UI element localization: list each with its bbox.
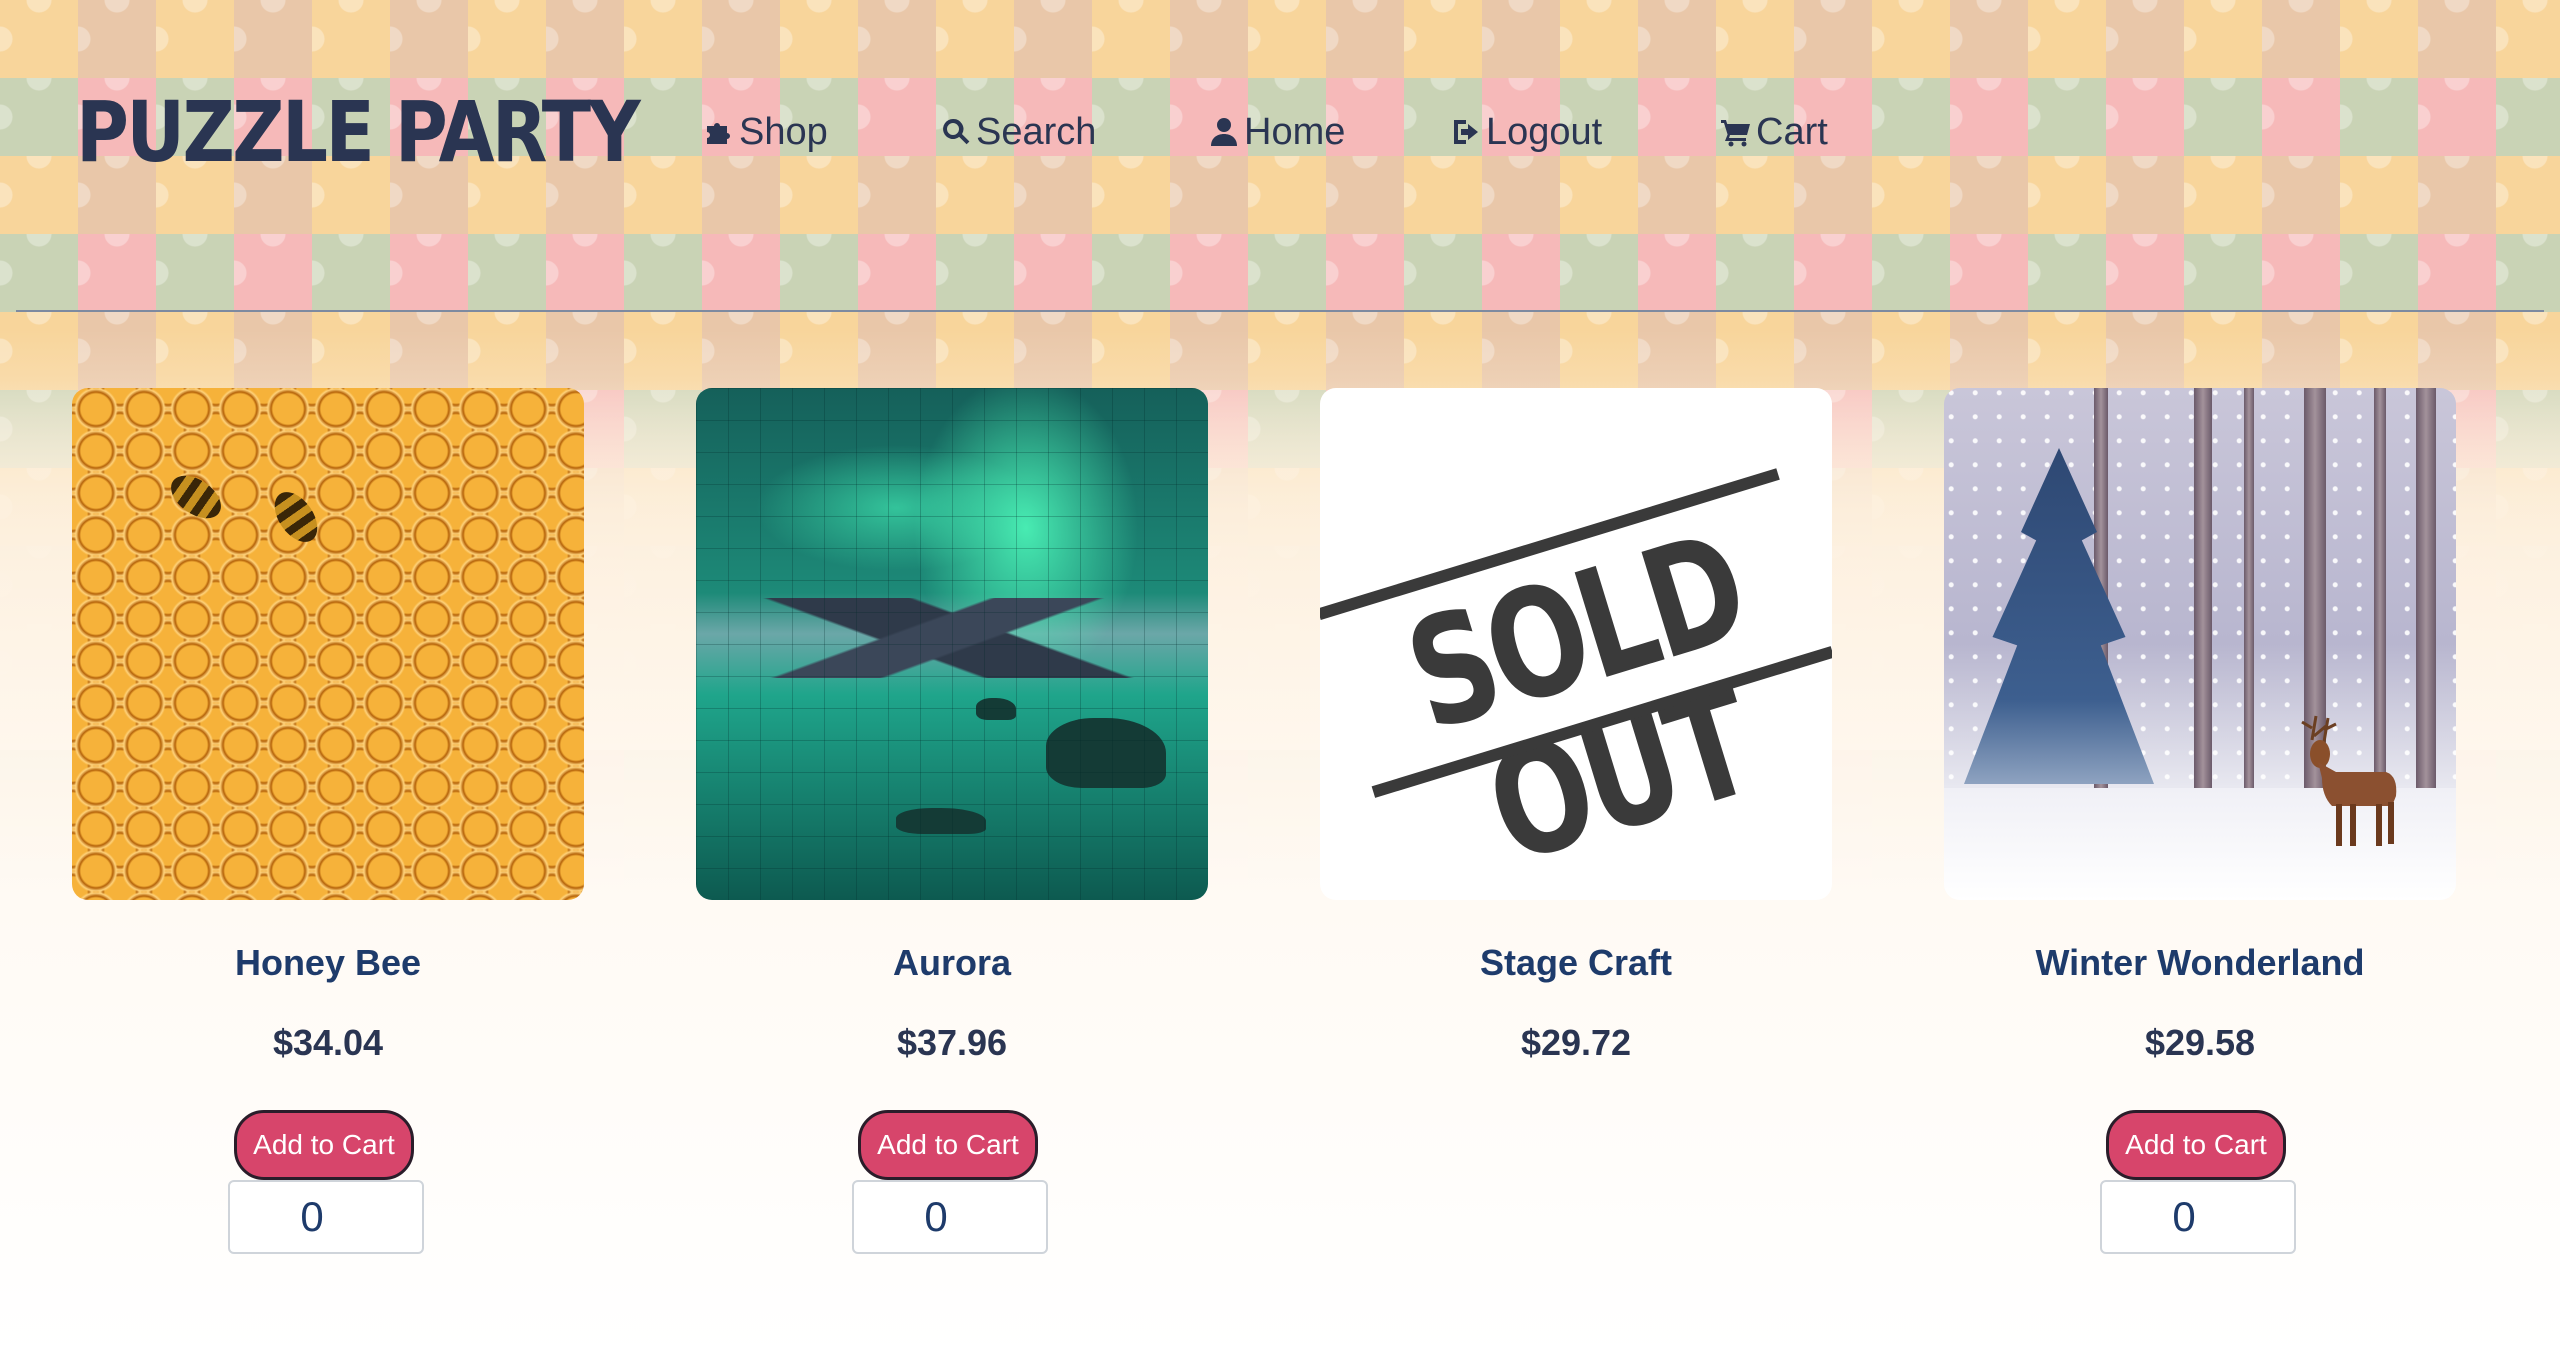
add-to-cart-button[interactable]: Add to Cart: [858, 1110, 1038, 1180]
product-price: $37.96: [896, 1022, 1008, 1063]
puzzle-grid-overlay: [696, 388, 1208, 900]
page: PUZZLE PARTY Shop Search Home Logout Car…: [0, 0, 2560, 1356]
product-price: $34.04: [272, 1022, 384, 1063]
nav-search[interactable]: Search: [940, 108, 1096, 156]
bee-icon: [266, 484, 326, 550]
product-card-aurora: Aurora $37.96 Add to Cart: [696, 388, 1208, 1254]
product-name[interactable]: Honey Bee: [72, 942, 584, 984]
product-image-sold-out[interactable]: SOLD OUT: [1320, 388, 1832, 900]
sold-out-stamp: SOLD OUT: [1320, 468, 1832, 898]
add-to-cart-button[interactable]: Add to Cart: [2106, 1110, 2286, 1180]
product-price: $29.58: [2144, 1022, 2256, 1063]
product-image-winter-wonderland[interactable]: [1944, 388, 2456, 900]
product-image-honey-bee[interactable]: [72, 388, 584, 900]
product-card-stage-craft: SOLD OUT Stage Craft $29.72: [1320, 388, 1832, 1063]
nav-cart[interactable]: Cart: [1720, 108, 1828, 156]
deer-icon: [2301, 715, 2397, 846]
header-divider: [16, 310, 2544, 312]
nav-search-label: Search: [976, 110, 1097, 153]
user-icon: [1211, 118, 1237, 146]
nav-shop-label: Shop: [739, 110, 828, 153]
tree-trunk: [2416, 388, 2436, 808]
sold-out-text: SOLD OUT: [1389, 500, 1770, 898]
product-name[interactable]: Stage Craft: [1320, 942, 1832, 984]
product-price: $29.72: [1520, 1022, 1632, 1063]
nav-logout-label: Logout: [1486, 110, 1603, 153]
logout-icon: [1454, 120, 1478, 144]
product-card-winter-wonderland: Winter Wonderland $29.58 Add to Cart: [1944, 388, 2456, 1254]
search-icon: [943, 118, 970, 145]
puzzle-icon: [707, 123, 730, 144]
quantity-input[interactable]: [228, 1180, 424, 1254]
nav-logout[interactable]: Logout: [1450, 108, 1602, 156]
site-logo[interactable]: PUZZLE PARTY: [76, 82, 641, 182]
quantity-input[interactable]: [852, 1180, 1048, 1254]
cart-icon: [1721, 120, 1750, 147]
quantity-input[interactable]: [2100, 1180, 2296, 1254]
product-card-honey-bee: Honey Bee $34.04 Add to Cart: [72, 388, 584, 1254]
nav-shop[interactable]: Shop: [703, 108, 828, 156]
add-to-cart-button[interactable]: Add to Cart: [234, 1110, 414, 1180]
nav-cart-label: Cart: [1756, 110, 1828, 153]
product-image-aurora[interactable]: [696, 388, 1208, 900]
nav-home[interactable]: Home: [1208, 108, 1345, 156]
nav-home-label: Home: [1244, 110, 1346, 153]
product-name[interactable]: Aurora: [696, 942, 1208, 984]
bee-icon: [163, 467, 229, 527]
product-name[interactable]: Winter Wonderland: [1944, 942, 2456, 984]
tree-trunk: [2194, 388, 2212, 808]
tree-trunk: [2244, 388, 2254, 808]
